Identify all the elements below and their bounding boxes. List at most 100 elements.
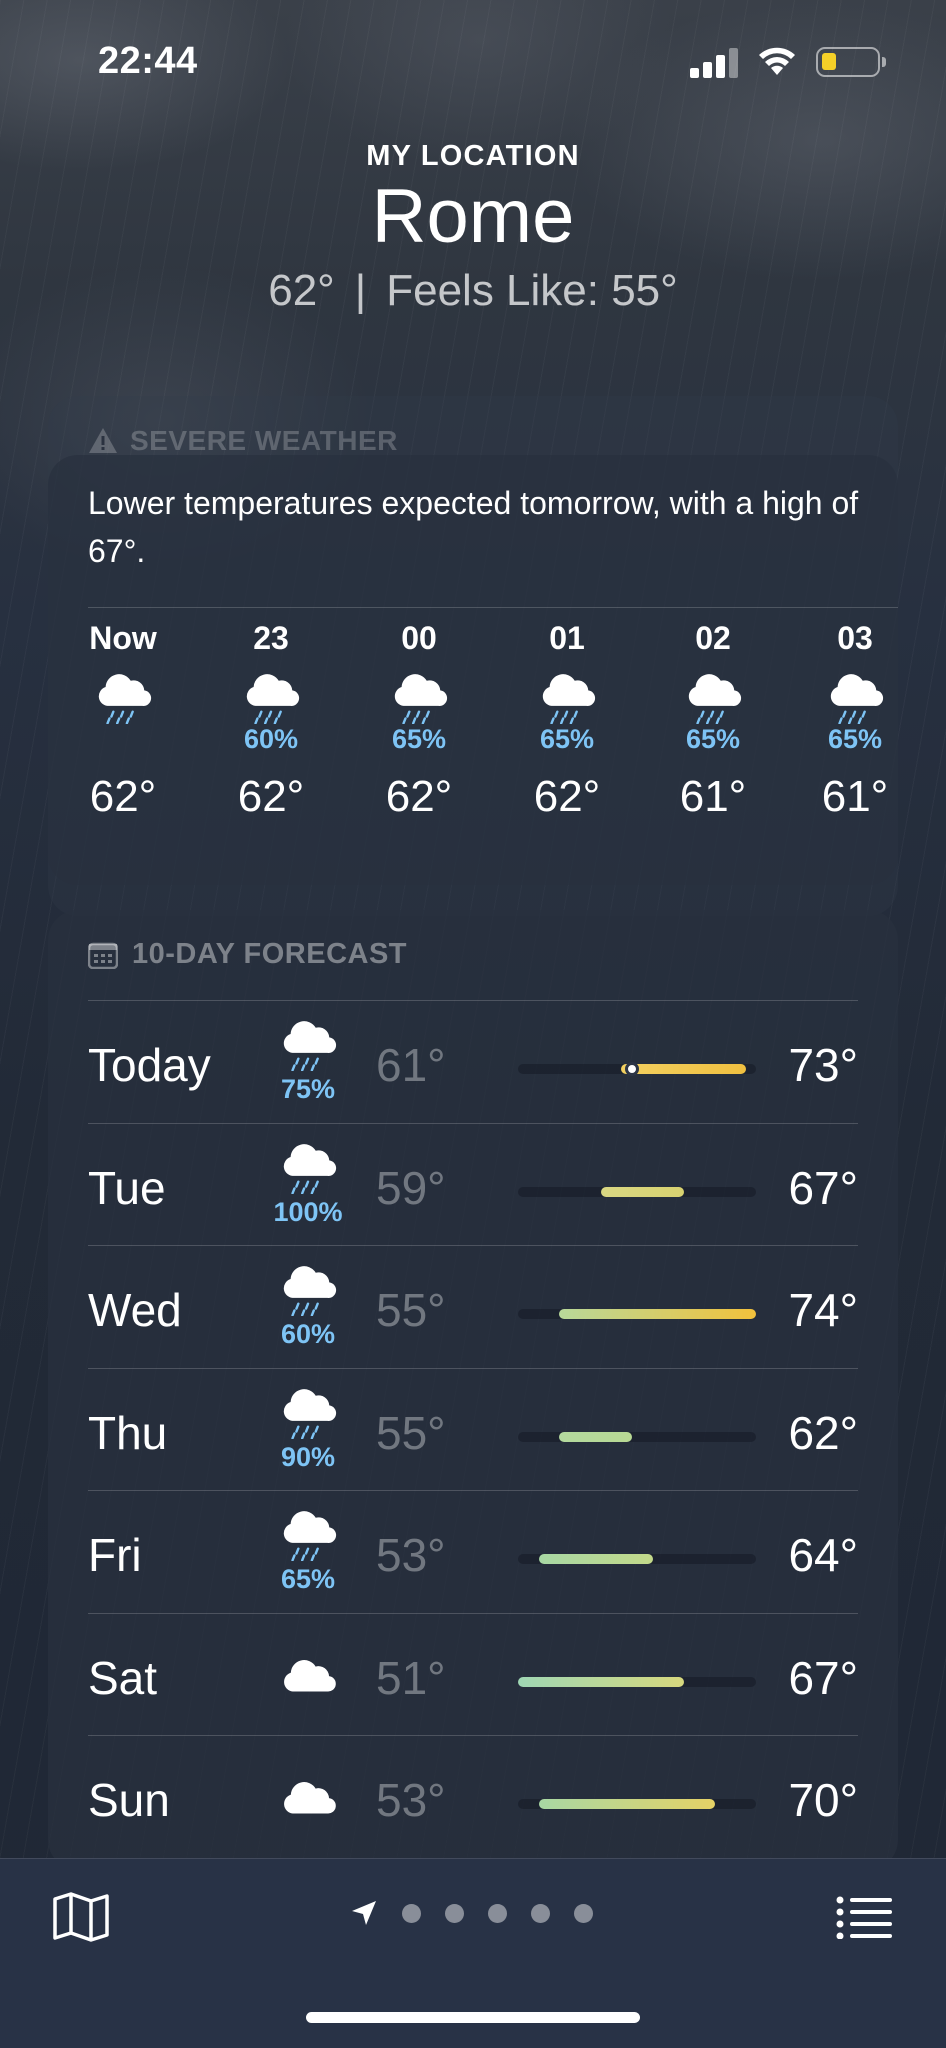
- precipitation-chance: 100%: [273, 1196, 343, 1227]
- hourly-forecast-card[interactable]: Lower temperatures expected tomorrow, wi…: [48, 455, 898, 885]
- page-indicator[interactable]: [350, 1899, 593, 1927]
- rain-cloud-icon: [98, 673, 152, 724]
- high-temperature: 67°: [788, 1161, 858, 1214]
- precipitation-chance: 75%: [280, 1074, 336, 1105]
- page-dot[interactable]: [531, 1903, 550, 1923]
- forecast-day: Wed: [88, 1284, 182, 1336]
- forecast-icon: [268, 1779, 348, 1822]
- severe-weather-header: SEVERE WEATHER: [88, 425, 398, 457]
- hourly-item: Now 62°: [68, 620, 178, 822]
- hour-label: 02: [695, 620, 731, 656]
- temperature-range-fill: [538, 1554, 653, 1564]
- rain-cloud-icon: [688, 673, 742, 724]
- rain-cloud-icon: [246, 673, 300, 724]
- temperature-range-fill: [559, 1309, 756, 1319]
- forecast-row[interactable]: Today 75% 61° 73°: [88, 1000, 858, 1122]
- hourly-item: 02 65% 61°: [658, 620, 768, 822]
- cellular-signal-icon: [690, 48, 740, 78]
- temperature-range-fill: [538, 1799, 715, 1809]
- hour-temperature: 62°: [385, 772, 453, 821]
- forecast-row[interactable]: Wed 60% 55° 74°: [88, 1245, 858, 1367]
- map-icon[interactable]: [52, 1891, 110, 1943]
- wifi-icon: [759, 47, 795, 75]
- status-time: 22:44: [98, 40, 198, 82]
- row-divider: [88, 1367, 858, 1369]
- forecast-icon: 60%: [268, 1263, 348, 1350]
- city-list-icon[interactable]: [836, 1895, 892, 1939]
- low-temperature: 53°: [376, 1529, 446, 1581]
- row-divider: [88, 1000, 858, 1001]
- precipitation-chance: 60%: [243, 724, 299, 754]
- forecast-day: Tue: [88, 1161, 166, 1214]
- precipitation-chance: 65%: [827, 724, 883, 754]
- precipitation-chance: 65%: [280, 1564, 336, 1595]
- temperature-range-bar: [518, 1062, 756, 1076]
- hour-label: 03: [837, 620, 873, 656]
- low-temperature: 55°: [376, 1406, 446, 1459]
- row-divider: [88, 1245, 858, 1246]
- forecast-day: Today: [88, 1039, 211, 1091]
- hourly-item: 23 60% 62°: [216, 620, 326, 822]
- temperature-range-bar: [518, 1431, 756, 1442]
- precipitation-chance: [68, 724, 178, 758]
- high-temperature: 67°: [788, 1651, 858, 1704]
- location-label: MY LOCATION: [366, 140, 580, 172]
- current-temperature: 62°: [268, 266, 335, 315]
- hourly-item: 01 65% 62°: [512, 620, 622, 822]
- forecast-row[interactable]: Fri 65% 53° 64°: [88, 1490, 858, 1612]
- page-dot[interactable]: [488, 1903, 507, 1923]
- severe-weather-label: SEVERE WEATHER: [130, 425, 398, 456]
- hour-icon: [216, 664, 326, 724]
- hour-icon: [658, 664, 768, 724]
- location-arrow-icon[interactable]: [350, 1899, 378, 1927]
- temperature-range-bar: [518, 1186, 756, 1197]
- home-indicator[interactable]: [306, 2012, 640, 2023]
- hour-icon: [68, 664, 178, 724]
- status-bar: 22:44: [0, 0, 946, 120]
- forecast-icon: 90%: [268, 1386, 348, 1473]
- page-dot[interactable]: [445, 1903, 464, 1923]
- forecast-row[interactable]: Thu 90% 55° 62°: [88, 1367, 858, 1490]
- row-divider: [88, 1122, 858, 1124]
- current-temperature-marker: [624, 1062, 639, 1076]
- hour-label: 00: [401, 620, 437, 656]
- low-temperature: 59°: [376, 1161, 446, 1214]
- low-temperature: 61°: [376, 1039, 446, 1091]
- page-dot[interactable]: [574, 1903, 593, 1923]
- rain-cloud-icon: [394, 673, 448, 724]
- hour-temperature: 61°: [821, 772, 889, 821]
- hour-icon: [512, 664, 622, 724]
- hour-label: Now: [89, 620, 157, 656]
- forecast-icon: 65%: [268, 1508, 348, 1595]
- row-divider: [88, 1735, 858, 1736]
- hour-temperature: 62°: [533, 772, 601, 821]
- temperature-range-bar: [518, 1676, 756, 1687]
- temperature-range-bar: [518, 1309, 756, 1319]
- forecast-row[interactable]: Sun 53° 70°: [88, 1735, 858, 1857]
- temperature-summary: 62° | Feels Like: 55°: [0, 269, 946, 313]
- high-temperature: 64°: [788, 1529, 858, 1581]
- forecast-row[interactable]: Sat 51° 67°: [88, 1612, 858, 1735]
- forecast-row[interactable]: Tue 100% 59° 67°: [88, 1122, 858, 1245]
- low-temperature: 53°: [376, 1774, 446, 1826]
- hour-label: 23: [253, 620, 289, 656]
- hour-temperature: 62°: [237, 772, 305, 821]
- low-temperature: 55°: [376, 1284, 446, 1336]
- temperature-range-fill: [559, 1431, 632, 1442]
- precipitation-chance: 60%: [280, 1319, 336, 1350]
- warning-icon: [89, 428, 117, 453]
- precipitation-chance: 65%: [539, 724, 595, 754]
- feels-like: Feels Like: 55°: [386, 266, 678, 315]
- hour-temperature: 62°: [89, 772, 157, 821]
- hourly-item: 00 65% 62°: [364, 620, 474, 822]
- temperature-range-bar: [518, 1554, 756, 1564]
- row-divider: [88, 1490, 858, 1491]
- calendar-icon: [88, 942, 118, 969]
- cloud-icon: [284, 1782, 336, 1814]
- rain-cloud-icon: [830, 673, 884, 724]
- temperature-range-fill: [621, 1064, 746, 1074]
- high-temperature: 70°: [788, 1774, 858, 1826]
- high-temperature: 73°: [788, 1039, 858, 1091]
- page-dot[interactable]: [402, 1903, 421, 1923]
- ten-day-forecast-card[interactable]: 10-DAY FORECAST Today 75% 61° 73° Tue 100% 59°…: [48, 910, 898, 1870]
